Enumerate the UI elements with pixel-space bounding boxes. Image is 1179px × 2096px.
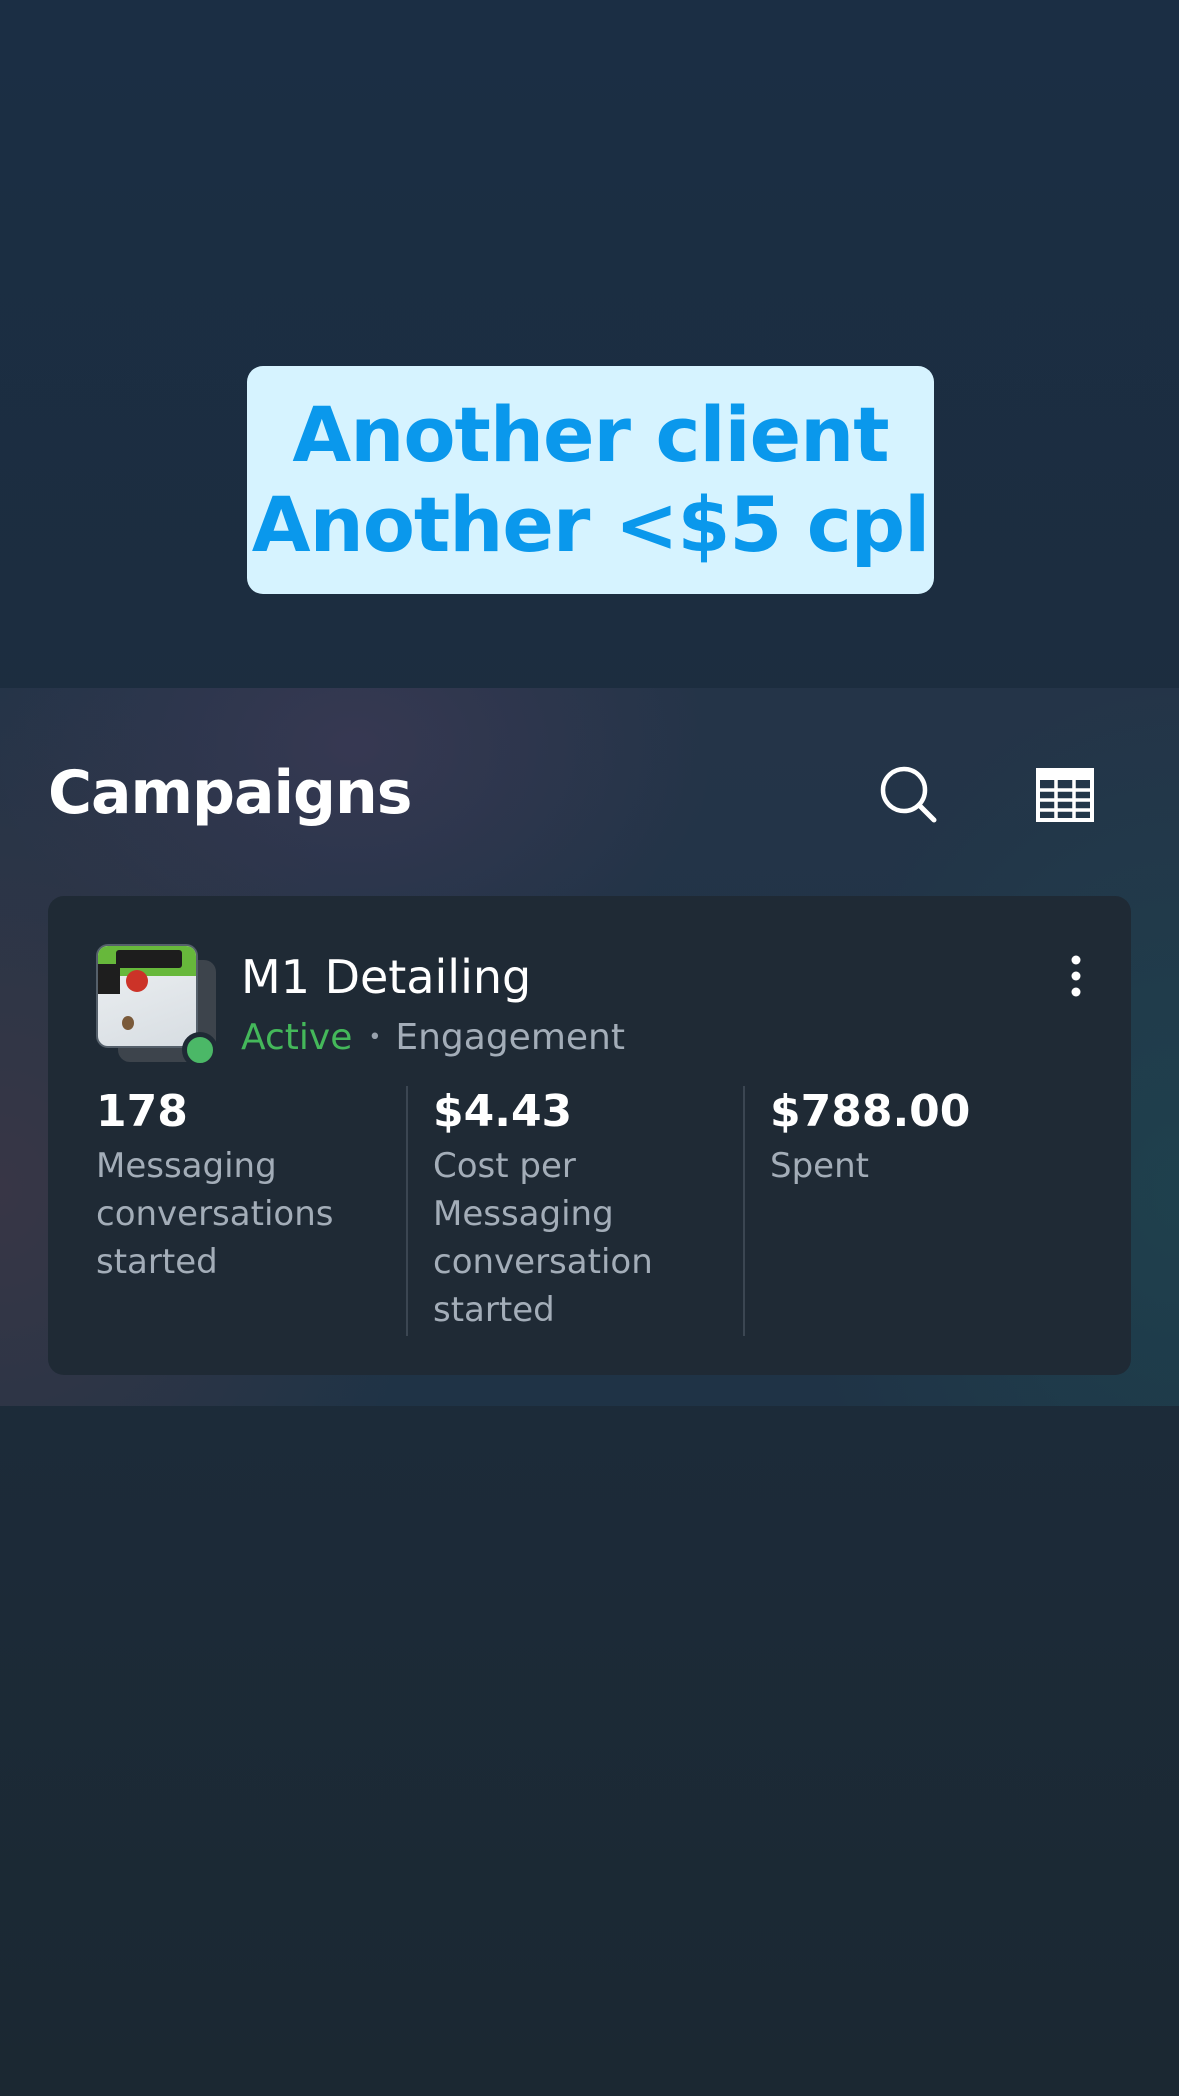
campaigns-screen: Campaigns M1 Detailing Active • Engageme… [0,688,1179,1406]
campaign-name[interactable]: M1 Detailing [241,950,531,1004]
metric-conversations: 178 Messaging conversations started [96,1086,386,1286]
search-icon [880,766,937,823]
table-view-button[interactable] [1029,759,1101,831]
more-options-button[interactable] [1048,948,1104,1004]
metric-label: Messaging conversations started [96,1146,334,1282]
metric-label: Cost per Messaging conversation started [433,1146,653,1330]
metric-divider [743,1086,745,1336]
campaign-card[interactable]: M1 Detailing Active • Engagement 178 Mes… [48,896,1131,1375]
campaign-meta: Active • Engagement [241,1016,625,1060]
metric-cost-per-conversation: $4.43 Cost per Messaging conversation st… [433,1086,723,1334]
table-icon [1036,768,1094,822]
meta-separator: • [368,1025,382,1050]
campaign-status: Active [241,1017,353,1058]
campaign-objective: Engagement [395,1017,625,1058]
caption-line-1: Another client [292,390,889,479]
active-status-dot [182,1032,218,1068]
page-title: Campaigns [48,758,412,828]
more-vertical-icon [1071,955,1081,997]
metric-spent: $788.00 Spent [770,1086,1100,1190]
caption-box: Another client Another <$5 cpl [247,366,934,594]
metric-value: $788.00 [770,1086,971,1137]
metric-label: Spent [770,1146,869,1186]
metric-divider [406,1086,408,1336]
caption-line-2: Another <$5 cpl [251,480,930,569]
search-button[interactable] [873,759,945,831]
metric-value: 178 [96,1086,188,1137]
campaign-thumbnail [96,944,218,1068]
ad-preview-image [96,944,198,1048]
metric-value: $4.43 [433,1086,573,1137]
